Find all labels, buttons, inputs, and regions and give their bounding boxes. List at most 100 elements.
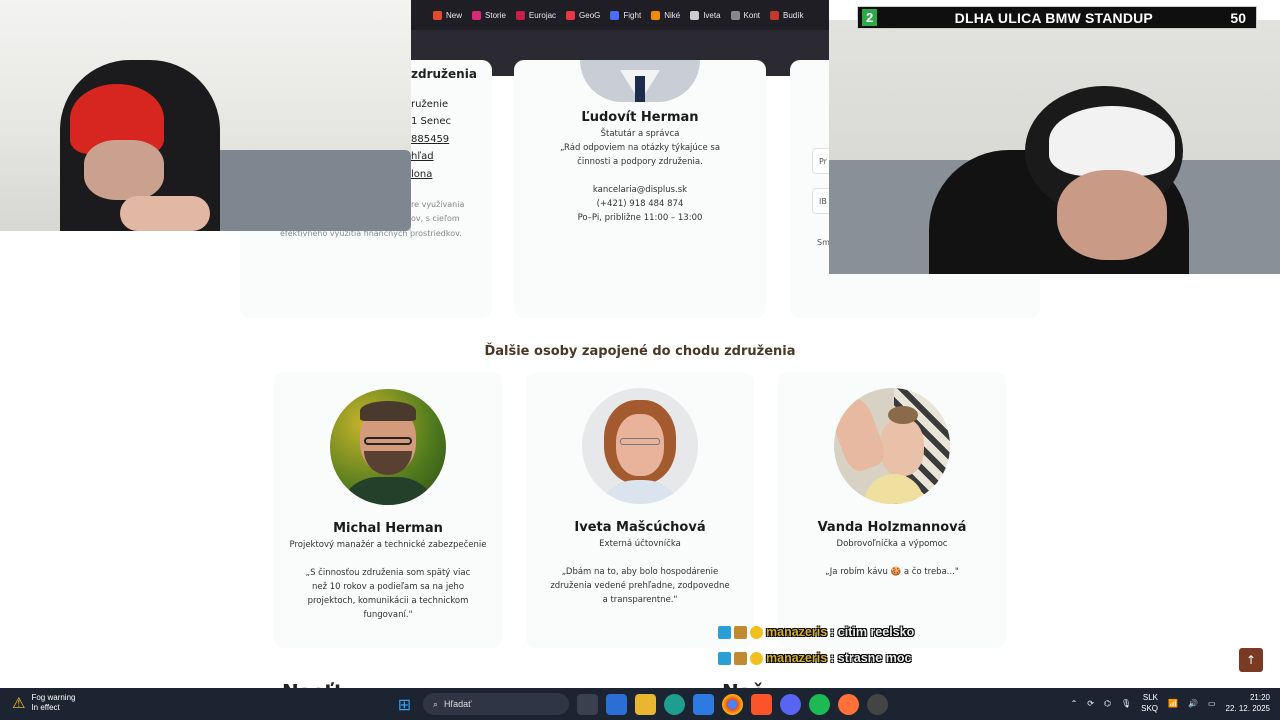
person-name: Iveta Mašcúchová xyxy=(574,520,706,535)
person-role: Dobrovoľníčka a výpomoc xyxy=(836,539,948,549)
person-quote: „Dbám na to, aby bolo hospodárenie združ… xyxy=(550,567,730,605)
chat-message: manazeris : citim reelsko xyxy=(718,625,914,639)
clock-time: 21:20 xyxy=(1249,693,1270,702)
lang-top: SLK xyxy=(1142,693,1159,702)
map-link[interactable]: hľad xyxy=(411,148,477,166)
chevron-up-icon[interactable]: ⌃ xyxy=(1071,699,1078,708)
bookmark-label: Storie xyxy=(485,10,506,20)
person-role: Štatutár a správca xyxy=(600,129,680,139)
folder-icon[interactable] xyxy=(635,693,656,715)
bookmark-label: Kont xyxy=(743,10,761,20)
bookmark-item[interactable]: Kont xyxy=(730,10,761,20)
avatar xyxy=(330,389,446,505)
edge-icon[interactable] xyxy=(664,693,685,715)
taskbar: ⚠ Fog warning In effect ⊞ ⌕ Hľadať ⌃ ⟳ ⌬… xyxy=(0,688,1280,720)
discord-icon[interactable] xyxy=(780,693,801,715)
language-indicator[interactable]: SLK SKQ xyxy=(1141,692,1158,714)
weather-title: Fog warning xyxy=(31,693,76,702)
spotify-icon[interactable] xyxy=(809,693,830,715)
bookmarks-bar: New Storie Eurojac GeoG Fight Niké Iveta Kont Bu… xyxy=(411,0,829,30)
bookmark-label: Niké xyxy=(664,10,681,20)
phone-text: (+421) 918 484 874 xyxy=(596,199,684,209)
person-name: Vanda Holzmannová xyxy=(817,520,967,535)
webcam-right xyxy=(829,20,1280,274)
bookmark-item[interactable]: Fight xyxy=(610,10,642,20)
mic-icon[interactable]: 🎙 xyxy=(1121,699,1131,708)
stream-title: DLHA ULICA BMW STANDUP xyxy=(954,9,1153,26)
battery-icon[interactable]: ▭ xyxy=(1208,699,1216,708)
hours-text: Po–Pi, približne 11:00 – 13:00 xyxy=(577,213,703,223)
store-icon[interactable] xyxy=(606,693,627,715)
bookmark-item[interactable]: Budík xyxy=(770,10,804,20)
taskbar-search[interactable]: ⌕ Hľadať xyxy=(423,693,569,715)
stream-title-bar: 2 DLHA ULICA BMW STANDUP 50 xyxy=(857,6,1257,29)
windows-start-icon[interactable]: ⊞ xyxy=(394,694,415,715)
clock[interactable]: 21:20 22. 12. 2025 xyxy=(1226,692,1270,714)
person-quote: „Rád odpoviem na otázky týkajúce sa činn… xyxy=(559,143,721,167)
bookmark-item[interactable]: Iveta xyxy=(690,10,721,20)
phone-link[interactable]: 885459 xyxy=(411,131,477,149)
bookmark-item[interactable]: Niké xyxy=(651,10,681,20)
person-role: Projektový manažér a technické zabezpeče… xyxy=(289,540,487,550)
stream-counter-left: 2 xyxy=(862,9,878,26)
chat-user: manazeris xyxy=(766,651,828,665)
person-card-ludovit: Ľudovít Herman Štatutár a správca „Rád o… xyxy=(514,60,766,318)
bookmark-item[interactable]: Storie xyxy=(472,10,506,20)
bookmark-item[interactable]: GeoG xyxy=(566,10,600,20)
left-card-lines: združenia ruženie 1 Senec 885459 hľad lo… xyxy=(411,67,477,184)
emoji-icon xyxy=(750,651,763,665)
email-link[interactable]: kancelaria@displus.sk xyxy=(514,183,766,197)
arrow-up-icon: ↑ xyxy=(1245,653,1257,667)
bookmark-label: Iveta xyxy=(703,10,721,20)
left-line: ruženie xyxy=(411,98,449,110)
badge-icon xyxy=(734,625,747,639)
webcam-left xyxy=(0,0,411,231)
left-card-desc-1: re využívania xyxy=(411,200,465,209)
bookmark-favicon-icon xyxy=(651,10,661,20)
bookmark-favicon-icon xyxy=(730,10,740,20)
badge-icon xyxy=(718,625,731,639)
section-title: Ďalšie osoby zapojené do chodu združenia xyxy=(484,344,796,359)
badge-icon xyxy=(718,651,731,665)
volume-icon[interactable]: 🔊 xyxy=(1188,699,1198,708)
chat-message: manazeris : strasne moc xyxy=(718,651,911,665)
system-tray: ⌃ ⟳ ⌬ 🎙 SLK SKQ 📶 🔊 ▭ 21:20 22. 12. 2025 xyxy=(1071,692,1270,714)
chat-text: : strasne moc xyxy=(830,651,912,665)
person-quote: „S činnosťou združenia som spätý viac ne… xyxy=(305,568,471,620)
clock-date: 22. 12. 2025 xyxy=(1225,704,1270,713)
photos-icon[interactable] xyxy=(693,693,714,715)
bookmark-favicon-icon xyxy=(566,10,576,20)
person-card-iveta: Iveta Mašcúchová Externá účtovníčka „Dbá… xyxy=(526,372,754,648)
weather-widget[interactable]: ⚠ Fog warning In effect xyxy=(12,693,75,713)
brave-icon[interactable] xyxy=(751,693,772,715)
bookmark-label: Fight xyxy=(623,10,642,20)
sync-icon[interactable]: ⟳ xyxy=(1087,699,1094,708)
bookmark-item[interactable]: Eurojac xyxy=(515,10,557,20)
wifi-icon[interactable]: 📶 xyxy=(1168,699,1178,708)
person-name: Ľudovít Herman xyxy=(581,110,699,125)
scroll-to-top-button[interactable]: ↑ xyxy=(1239,648,1263,672)
weather-sub: In effect xyxy=(31,703,60,712)
chrome-icon[interactable] xyxy=(722,693,743,715)
bookmark-item[interactable]: New xyxy=(433,10,462,20)
bookmark-favicon-icon xyxy=(610,10,620,20)
task-view-icon[interactable] xyxy=(577,693,598,715)
chat-text: : citim reelsko xyxy=(830,625,915,639)
left-link[interactable]: lona xyxy=(411,166,477,184)
avatar xyxy=(582,388,698,504)
person-card-vanda: Vanda Holzmannová Dobrovoľníčka a výpomo… xyxy=(778,372,1006,648)
firefox-icon[interactable] xyxy=(838,693,859,715)
right-card-label: Sm xyxy=(817,238,830,247)
stream-counter-right: 50 xyxy=(1230,9,1246,26)
person-quote: „Ja robím kávu 🍪 a čo treba..." xyxy=(825,567,959,577)
app-icon[interactable] xyxy=(867,693,888,715)
network-icon[interactable]: ⌬ xyxy=(1104,699,1111,708)
left-card-heading: združenia xyxy=(411,67,477,81)
left-line: 1 Senec xyxy=(411,116,452,127)
person-card-michal: Michal Herman Projektový manažér a techn… xyxy=(274,372,502,648)
bookmark-label: Eurojac xyxy=(528,10,557,20)
avatar xyxy=(580,60,700,102)
warning-icon: ⚠ xyxy=(12,694,26,712)
bookmark-favicon-icon xyxy=(515,10,525,20)
bookmark-label: Budík xyxy=(783,10,804,20)
